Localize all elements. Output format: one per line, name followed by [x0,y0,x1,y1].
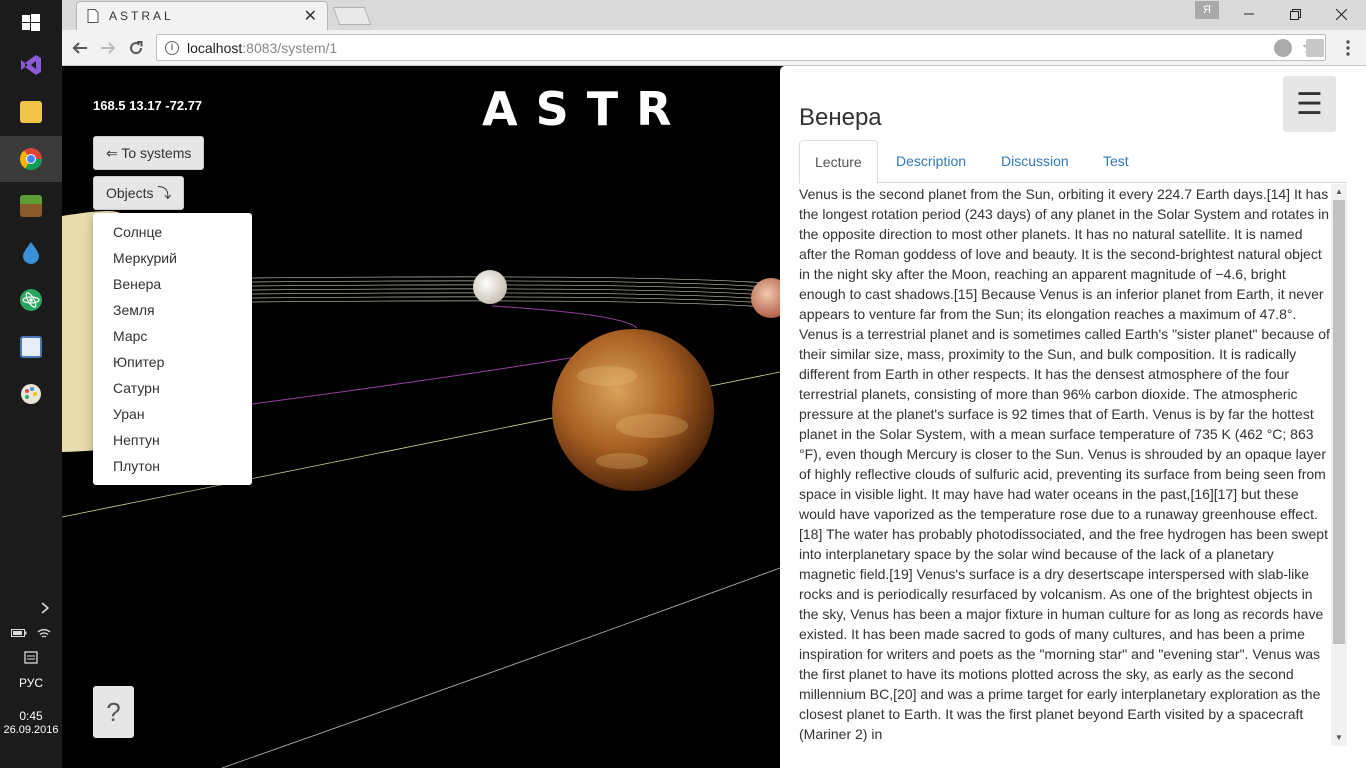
minecraft-icon[interactable] [0,183,62,229]
reload-icon[interactable] [124,36,148,60]
help-button[interactable]: ? [93,686,134,738]
camera-coordinates: 168.5 13.17 -72.77 [93,98,203,113]
extension-globe-icon[interactable] [1274,39,1292,57]
scroll-down-icon[interactable]: ▼ [1331,730,1347,746]
menu-item-pluto[interactable]: Плутон [93,453,252,479]
lecture-scrollbar[interactable]: ▲ ▼ [1331,184,1347,746]
minimize-icon[interactable] [1226,0,1272,28]
tray-expand-icon[interactable] [0,596,62,620]
action-center-icon[interactable] [0,646,62,670]
tab-description[interactable]: Description [881,140,981,184]
mercury-planet [473,270,507,304]
menu-item-uranus[interactable]: Уран [93,401,252,427]
file-explorer-icon[interactable] [0,89,62,135]
url-path: :8083/system/1 [242,39,338,56]
atom-icon[interactable] [0,277,62,323]
scroll-up-icon[interactable]: ▲ [1331,184,1347,200]
wifi-icon[interactable] [37,627,51,642]
info-icon[interactable]: i [165,40,179,55]
menu-item-mars[interactable]: Марс [93,323,252,349]
windows-start-icon[interactable] [0,0,62,46]
extension-mail-icon[interactable] [1306,39,1324,57]
browser-tab[interactable]: ASTRAL ✕ [76,1,328,30]
chrome-icon[interactable] [0,136,62,182]
panel-tabs: Lecture Description Discussion Test [799,140,1347,184]
new-tab-button[interactable] [332,7,372,25]
menu-item-earth[interactable]: Земля [93,297,252,323]
lecture-text: Venus is the second planet from the Sun,… [799,186,1330,742]
tab-title: ASTRAL [109,9,174,23]
menu-item-venus[interactable]: Венера [93,271,252,297]
windows-taskbar: РУС 0:45 26.09.2016 [0,0,62,768]
tab-close-icon[interactable]: ✕ [304,6,317,26]
profile-badge[interactable]: Я [1195,1,1219,19]
back-icon[interactable] [68,36,92,60]
browser-toolbar: i localhost:8083/system/1 ☆ [62,30,1366,66]
planet-title: Венера [799,104,882,131]
menu-item-neptune[interactable]: Нептун [93,427,252,453]
objects-dropdown-button[interactable]: Objects ⤵ [93,176,185,210]
paint-icon[interactable] [0,371,62,417]
to-systems-button[interactable]: ⇐ To systems [93,136,205,170]
astral-page: 168.5 13.17 -72.77 ASTR ⇐ To systems Obj… [62,66,1366,768]
astral-logo: ASTR [482,82,690,136]
clock-date[interactable]: 26.09.2016 [0,724,62,736]
battery-icon[interactable] [11,627,27,641]
clock-time[interactable]: 0:45 [0,708,62,724]
objects-menu: Солнце Меркурий Венера Земля Марс Юпитер… [93,213,252,485]
close-window-icon[interactable] [1318,0,1364,28]
chrome-menu-icon[interactable] [1336,36,1360,60]
menu-item-saturn[interactable]: Сатурн [93,375,252,401]
planet-info-panel: ☰ Венера Lecture Description Discussion … [780,66,1366,768]
hamburger-menu-icon[interactable]: ☰ [1283,76,1336,132]
browser-tab-strip: ASTRAL ✕ Я [62,0,1366,30]
tab-test[interactable]: Test [1088,140,1144,184]
url-host: localhost [187,39,243,56]
tab-lecture[interactable]: Lecture [799,140,878,184]
input-language[interactable]: РУС [0,676,62,690]
page-icon [87,9,99,23]
address-bar[interactable]: i localhost:8083/system/1 ☆ [156,34,1326,61]
menu-item-jupiter[interactable]: Юпитер [93,349,252,375]
menu-item-mercury[interactable]: Меркурий [93,245,252,271]
droplet-app-icon[interactable] [0,230,62,276]
visual-studio-icon[interactable] [0,42,62,88]
scroll-thumb[interactable] [1333,200,1345,644]
menu-item-sun[interactable]: Солнце [93,219,252,245]
tab-discussion[interactable]: Discussion [986,140,1084,184]
restore-icon[interactable] [1272,0,1318,28]
presentation-icon[interactable] [0,324,62,370]
forward-icon[interactable] [96,36,120,60]
